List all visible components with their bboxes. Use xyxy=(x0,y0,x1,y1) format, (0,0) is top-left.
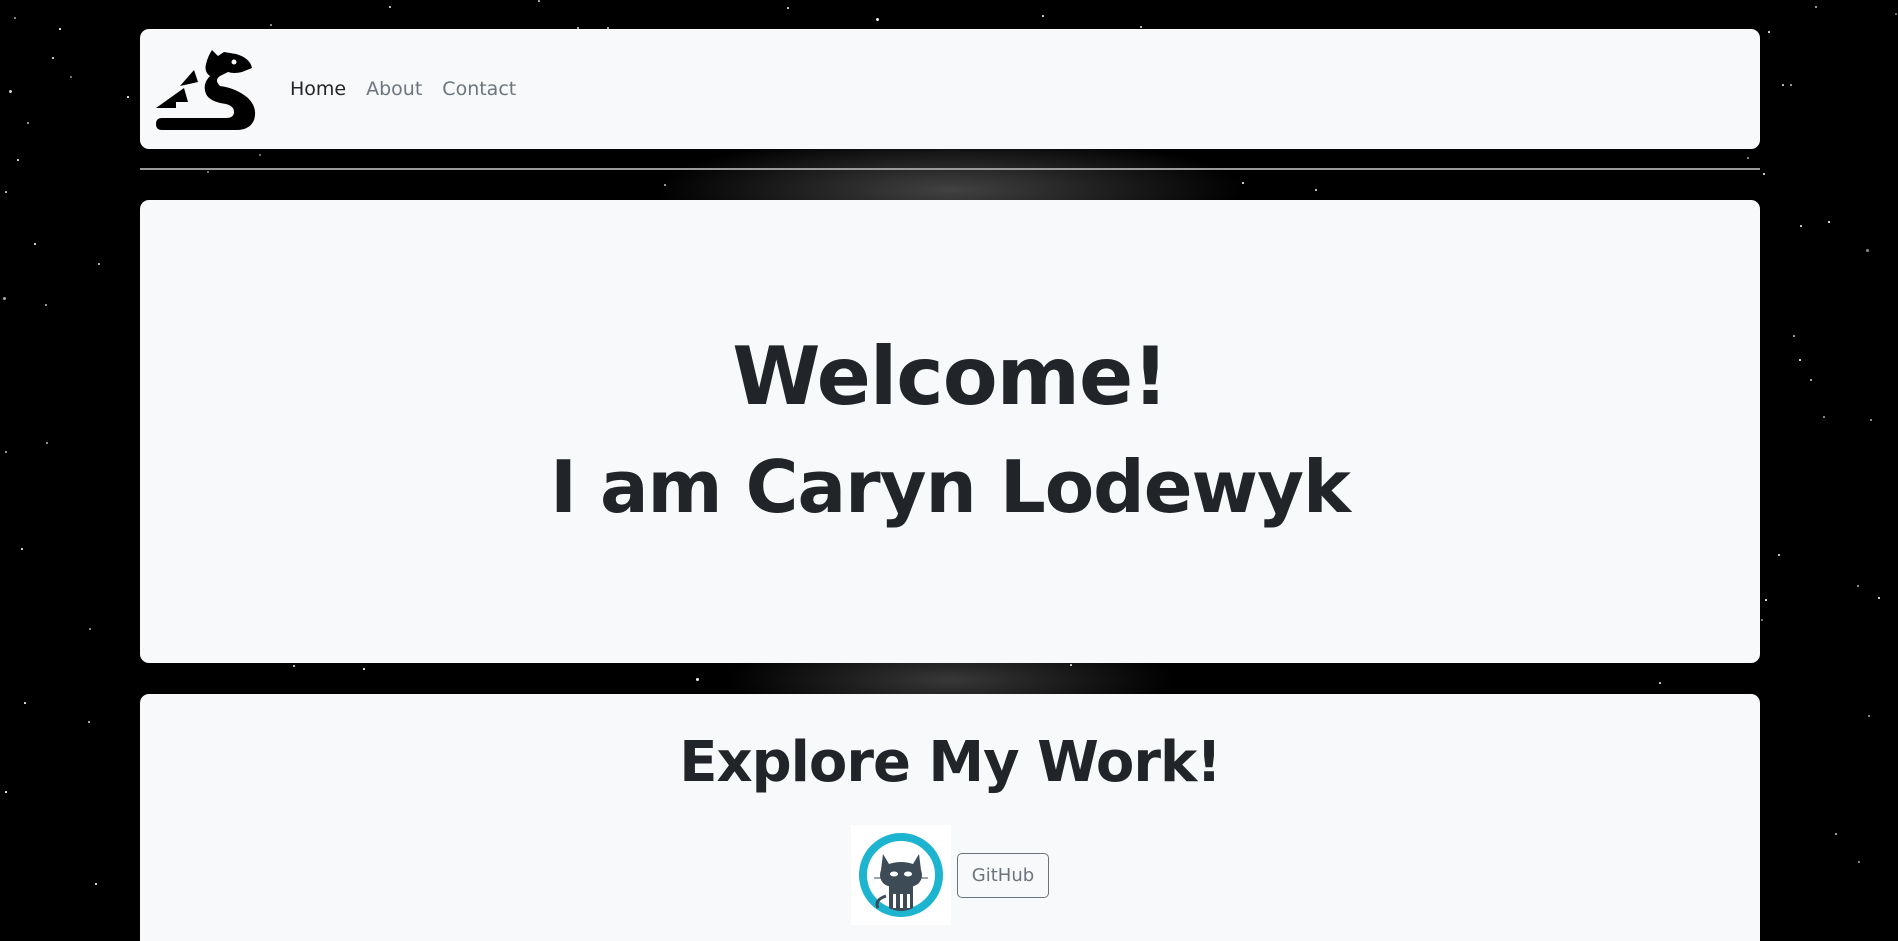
star xyxy=(1790,84,1792,86)
star xyxy=(1857,585,1859,587)
star xyxy=(664,184,666,186)
star xyxy=(1878,597,1880,599)
nav-link-contact[interactable]: Contact xyxy=(432,78,526,100)
nav-links: Home About Contact xyxy=(280,78,526,100)
work-heading: Explore My Work! xyxy=(679,730,1222,795)
star xyxy=(3,297,6,300)
star xyxy=(207,171,209,173)
work-links: GitHub xyxy=(850,825,1050,925)
star xyxy=(270,24,272,26)
star xyxy=(24,702,26,704)
star xyxy=(52,57,54,59)
star xyxy=(89,628,91,630)
star xyxy=(1070,664,1072,666)
star xyxy=(5,191,7,193)
star xyxy=(5,791,7,793)
star xyxy=(538,0,540,2)
star xyxy=(46,442,48,444)
star xyxy=(17,159,19,161)
hero-card: Welcome! I am Caryn Lodewyk xyxy=(140,200,1760,663)
star xyxy=(1761,619,1763,621)
nav-link-home[interactable]: Home xyxy=(280,78,356,100)
star xyxy=(1895,13,1897,15)
star xyxy=(88,721,90,723)
star xyxy=(1778,554,1780,556)
star xyxy=(127,96,129,98)
star xyxy=(21,548,23,550)
star xyxy=(45,304,47,306)
hero-subtitle: I am Caryn Lodewyk xyxy=(550,444,1351,529)
star xyxy=(1042,15,1044,17)
work-card: Explore My Work! GitHub xyxy=(140,694,1760,941)
star xyxy=(1868,715,1870,717)
star xyxy=(1782,84,1784,86)
nav-link-about[interactable]: About xyxy=(356,78,432,100)
star xyxy=(34,243,36,245)
star xyxy=(1799,359,1801,361)
star xyxy=(1800,225,1802,227)
star xyxy=(389,6,391,8)
star xyxy=(787,7,789,9)
star xyxy=(1763,173,1765,175)
star xyxy=(1793,335,1795,337)
star xyxy=(1659,682,1661,684)
star xyxy=(1810,379,1812,381)
star xyxy=(1768,31,1770,33)
star xyxy=(1858,861,1860,863)
star xyxy=(1747,157,1749,159)
star xyxy=(363,668,365,670)
star xyxy=(259,154,261,156)
star xyxy=(59,28,61,30)
star xyxy=(14,17,16,19)
star xyxy=(1823,416,1825,418)
star xyxy=(98,263,100,265)
github-octocat-icon[interactable] xyxy=(850,825,951,925)
star xyxy=(70,76,72,78)
star xyxy=(1765,599,1767,601)
star xyxy=(696,678,699,681)
star xyxy=(27,122,29,124)
github-button[interactable]: GitHub xyxy=(956,852,1050,898)
star xyxy=(9,90,12,93)
dragon-logo-icon[interactable] xyxy=(154,46,258,132)
hero-title: Welcome! xyxy=(732,329,1169,423)
star xyxy=(293,665,295,667)
star xyxy=(1242,182,1244,184)
star xyxy=(5,451,7,453)
divider xyxy=(140,168,1760,170)
star xyxy=(1140,26,1142,28)
star xyxy=(95,883,97,885)
navbar: Home About Contact xyxy=(140,29,1760,149)
star xyxy=(876,18,879,21)
star xyxy=(1866,249,1869,252)
star xyxy=(1870,419,1872,421)
star xyxy=(1828,221,1830,223)
star xyxy=(1835,833,1837,835)
star xyxy=(1315,189,1317,191)
star xyxy=(1815,6,1817,8)
